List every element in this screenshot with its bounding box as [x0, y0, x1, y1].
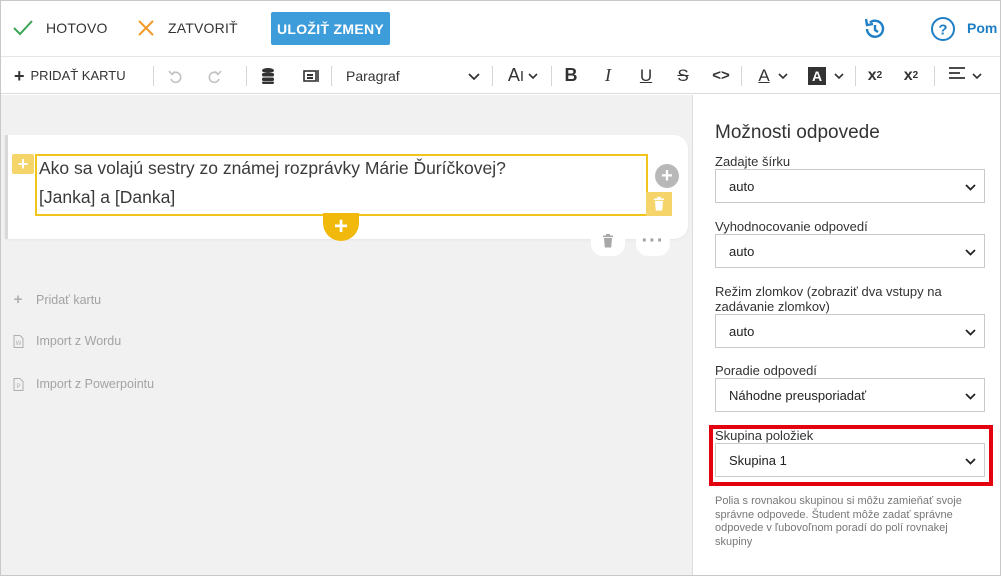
toolbar-divider	[492, 66, 493, 86]
ppt-doc-icon: P	[12, 377, 24, 391]
answer-order-select[interactable]: Náhodne preusporiadať	[715, 378, 985, 412]
font-size-select[interactable]: AI	[500, 57, 546, 94]
evaluation-label: Vyhodnocovanie odpovedí	[715, 219, 868, 234]
toolbar-divider	[153, 66, 154, 86]
highlight-color-select[interactable]: A	[803, 57, 849, 94]
chevron-down-icon	[965, 244, 976, 259]
fraction-mode-select[interactable]: auto	[715, 314, 985, 348]
import-powerpoint-label: Import z Powerpointu	[36, 377, 155, 391]
card-left-border	[5, 135, 8, 239]
align-select[interactable]	[942, 57, 988, 94]
undo-icon[interactable]	[164, 57, 186, 94]
word-doc-icon: W	[12, 334, 24, 348]
top-bar: HOTOVO ZATVORIŤ ULOŽIŤ ZMENY ? Pom	[0, 0, 1001, 56]
toolbar-divider	[551, 66, 552, 86]
save-changes-button[interactable]: ULOŽIŤ ZMENY	[271, 12, 390, 45]
chevron-down-icon	[468, 68, 480, 84]
toolbar-divider	[855, 66, 856, 86]
chevron-down-icon	[965, 179, 976, 194]
help-label[interactable]: Pom	[967, 20, 997, 36]
done-label: HOTOVO	[46, 20, 108, 36]
strikethrough-icon[interactable]: S	[671, 57, 695, 94]
bold-icon[interactable]: B	[559, 57, 583, 94]
add-block-icon[interactable]: +	[655, 164, 679, 188]
chevron-down-icon	[778, 67, 788, 85]
code-icon[interactable]: <>	[708, 57, 734, 94]
text-color-select[interactable]: A	[750, 57, 796, 94]
media-insert-icon[interactable]	[300, 57, 324, 94]
highlight-color-icon: A	[808, 66, 826, 85]
drag-handle-icon[interactable]: +	[12, 154, 34, 174]
fraction-mode-value: auto	[729, 323, 755, 339]
text-color-icon: A	[758, 65, 770, 85]
subscript-icon[interactable]: x2	[899, 57, 923, 94]
question-text[interactable]: Ako sa volajú sestry zo známej rozprávky…	[39, 158, 506, 179]
done-button[interactable]: HOTOVO	[12, 14, 108, 42]
chevron-down-icon	[965, 388, 976, 403]
chevron-down-icon	[834, 67, 844, 85]
item-group-hint: Polia s rovnakou skupinou si môžu zamieň…	[715, 495, 962, 548]
svg-text:P: P	[16, 384, 20, 390]
redo-icon[interactable]	[204, 57, 226, 94]
toolbar-divider	[934, 66, 935, 86]
close-label: ZATVORIŤ	[168, 20, 238, 36]
font-size-icon: AI	[507, 65, 525, 85]
answer-line-text[interactable]: [Janka] a [Danka]	[39, 187, 175, 208]
answer-order-label: Poradie odpovedí	[715, 363, 817, 378]
svg-text:?: ?	[938, 22, 947, 39]
check-icon	[12, 18, 34, 38]
work-area-content: + Ako sa volajú sestry zo známej rozpráv…	[0, 95, 692, 576]
add-card-link-label: Pridať kartu	[36, 292, 102, 307]
toolbar-divider	[741, 66, 742, 86]
paragraph-style-value: Paragraf	[346, 67, 400, 84]
align-left-icon	[948, 66, 966, 85]
formatting-toolbar: + PRIDAŤ KARTU Paragraf AI B I U S <> A …	[0, 56, 1001, 94]
item-group-highlight	[709, 425, 993, 486]
add-card-label: PRIDAŤ KARTU	[30, 68, 126, 83]
superscript-icon[interactable]: x2	[863, 57, 887, 94]
history-icon[interactable]	[862, 16, 888, 42]
svg-text:W: W	[15, 341, 21, 347]
add-card-button[interactable]: + PRIDAŤ KARTU	[14, 57, 126, 94]
close-button[interactable]: ZATVORIŤ	[136, 14, 238, 42]
paragraph-style-select[interactable]: Paragraf	[336, 57, 486, 94]
card-delete-icon[interactable]	[591, 226, 625, 256]
chevron-down-icon	[972, 67, 982, 85]
panel-title: Možnosti odpovede	[715, 122, 880, 143]
italic-icon[interactable]: I	[596, 57, 620, 94]
toolbar-divider	[331, 66, 332, 86]
add-card-link[interactable]: + Pridať kartu	[12, 291, 102, 308]
width-select[interactable]: auto	[715, 169, 985, 203]
rich-text-editor[interactable]: Ako sa volajú sestry zo známej rozprávky…	[35, 154, 648, 216]
import-word-label: Import z Wordu	[36, 334, 122, 348]
toolbar-divider	[246, 66, 247, 86]
card-more-icon[interactable]: ···	[636, 226, 670, 256]
evaluation-select[interactable]: auto	[715, 234, 985, 268]
plus-icon: +	[14, 65, 25, 86]
delete-block-icon[interactable]	[646, 192, 672, 216]
answer-order-value: Náhodne preusporiadať	[729, 387, 867, 403]
plus-icon: +	[13, 291, 23, 308]
chevron-down-icon	[965, 324, 976, 339]
import-word-link[interactable]: W Import z Wordu	[12, 334, 121, 348]
close-icon	[136, 18, 156, 38]
evaluation-value: auto	[729, 243, 755, 259]
underline-icon[interactable]: U	[634, 57, 658, 94]
help-icon[interactable]: ?	[930, 16, 956, 42]
chevron-down-icon	[528, 67, 538, 85]
width-label: Zadajte šírku	[715, 154, 791, 169]
fraction-mode-label: Režim zlomkov (zobraziť dva vstupy na za…	[715, 284, 942, 314]
width-value: auto	[729, 178, 755, 194]
database-icon[interactable]	[256, 57, 280, 94]
answer-options-panel: Možnosti odpovede Zadajte šírku auto Vyh…	[692, 95, 1001, 576]
import-powerpoint-link[interactable]: P Import z Powerpointu	[12, 377, 154, 391]
